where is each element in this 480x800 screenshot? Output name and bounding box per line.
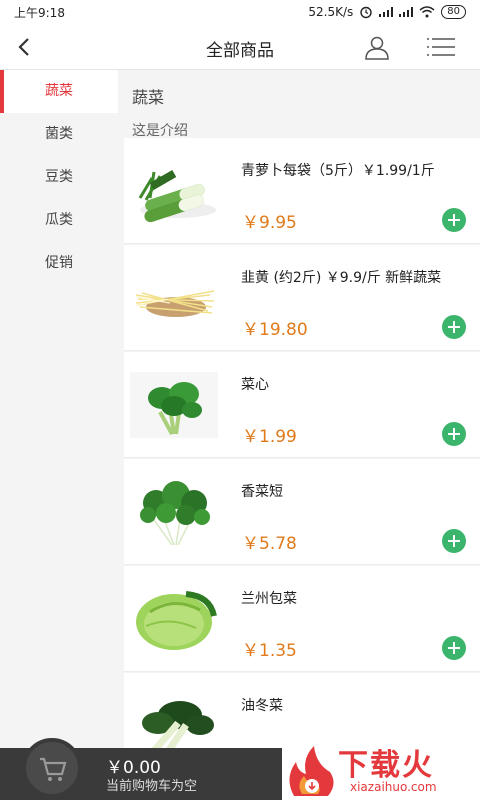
product-name: 油冬菜 [241, 698, 283, 714]
product-price: ￥1.99 [242, 427, 297, 447]
network-speed: 52.5K/s [308, 5, 354, 19]
top-navigation-bar: 全部商品 [0, 24, 480, 70]
add-to-cart-button[interactable] [442, 529, 466, 553]
status-time: 上午9:18 [14, 5, 65, 20]
coriander-photo [140, 481, 210, 545]
radish-photo [138, 170, 216, 223]
sidebar-item-melons[interactable]: 瓜类 [0, 199, 118, 242]
battery-indicator: 80 [441, 5, 466, 19]
user-icon[interactable] [364, 34, 390, 60]
wifi-icon [419, 6, 435, 18]
product-card[interactable]: 菜心 ￥1.99 [124, 352, 480, 458]
cart-status: 当前购物车为空 [106, 779, 198, 794]
sidebar-item-beans[interactable]: 豆类 [0, 156, 118, 199]
category-description: 这是介绍 [132, 123, 188, 139]
watermark-url: xiazaihuo.com [350, 780, 437, 794]
product-card[interactable]: 韭黄 (约2斤) ￥9.9/斤 新鲜蔬菜 ￥19.80 [124, 245, 480, 351]
sidebar-item-mushrooms[interactable]: 菌类 [0, 113, 118, 156]
product-name: 韭黄 (约2斤) ￥9.9/斤 新鲜蔬菜 [241, 270, 442, 286]
category-title: 蔬菜 [132, 88, 165, 107]
page-title: 全部商品 [206, 41, 274, 61]
cart-button[interactable] [22, 738, 82, 798]
category-sidebar: 蔬菜 菌类 豆类 瓜类 促销 [0, 70, 118, 748]
product-card[interactable]: 青萝卜每袋（5斤）￥1.99/1斤 ￥9.95 [124, 138, 480, 244]
product-price: ￥5.78 [242, 534, 297, 554]
status-bar: 上午9:18 52.5K/s 80 [0, 0, 480, 24]
menu-list-icon[interactable] [426, 36, 456, 58]
product-card[interactable]: 兰州包菜 ￥1.35 [124, 566, 480, 672]
choy-sum-photo [130, 372, 218, 438]
category-header: 蔬菜 这是介绍 [124, 70, 480, 139]
sidebar-item-vegetables[interactable]: 蔬菜 [0, 70, 118, 113]
shopping-cart-icon [40, 757, 67, 781]
product-name: 香菜短 [241, 484, 283, 500]
signal-icon [379, 7, 394, 17]
add-to-cart-button[interactable] [442, 315, 466, 339]
product-price: ￥1.35 [242, 641, 297, 661]
add-to-cart-button[interactable] [442, 208, 466, 232]
product-price: ￥19.80 [242, 320, 308, 340]
add-to-cart-button[interactable] [442, 636, 466, 660]
watermark-text: 下载火 [338, 748, 434, 783]
cabbage-photo [136, 591, 217, 650]
alarm-icon [360, 6, 372, 19]
product-name: 青萝卜每袋（5斤）￥1.99/1斤 [241, 163, 435, 179]
bok-choy-photo [142, 701, 214, 748]
chive-photo [135, 290, 215, 317]
product-price: ￥9.95 [242, 213, 297, 233]
product-name: 兰州包菜 [241, 591, 297, 607]
signal-icon-2 [399, 7, 414, 17]
product-list-panel: 蔬菜 这是介绍 青萝卜每袋（5斤）￥1.99/1斤 ￥9.95 韭黄 (约2斤)… [124, 70, 480, 748]
product-card[interactable]: 油冬菜 [124, 673, 480, 748]
status-indicators: 52.5K/s 80 [308, 5, 466, 19]
product-name: 菜心 [241, 377, 269, 393]
add-to-cart-button[interactable] [442, 422, 466, 446]
product-card[interactable]: 香菜短 ￥5.78 [124, 459, 480, 565]
sidebar-item-promotions[interactable]: 促销 [0, 242, 118, 285]
